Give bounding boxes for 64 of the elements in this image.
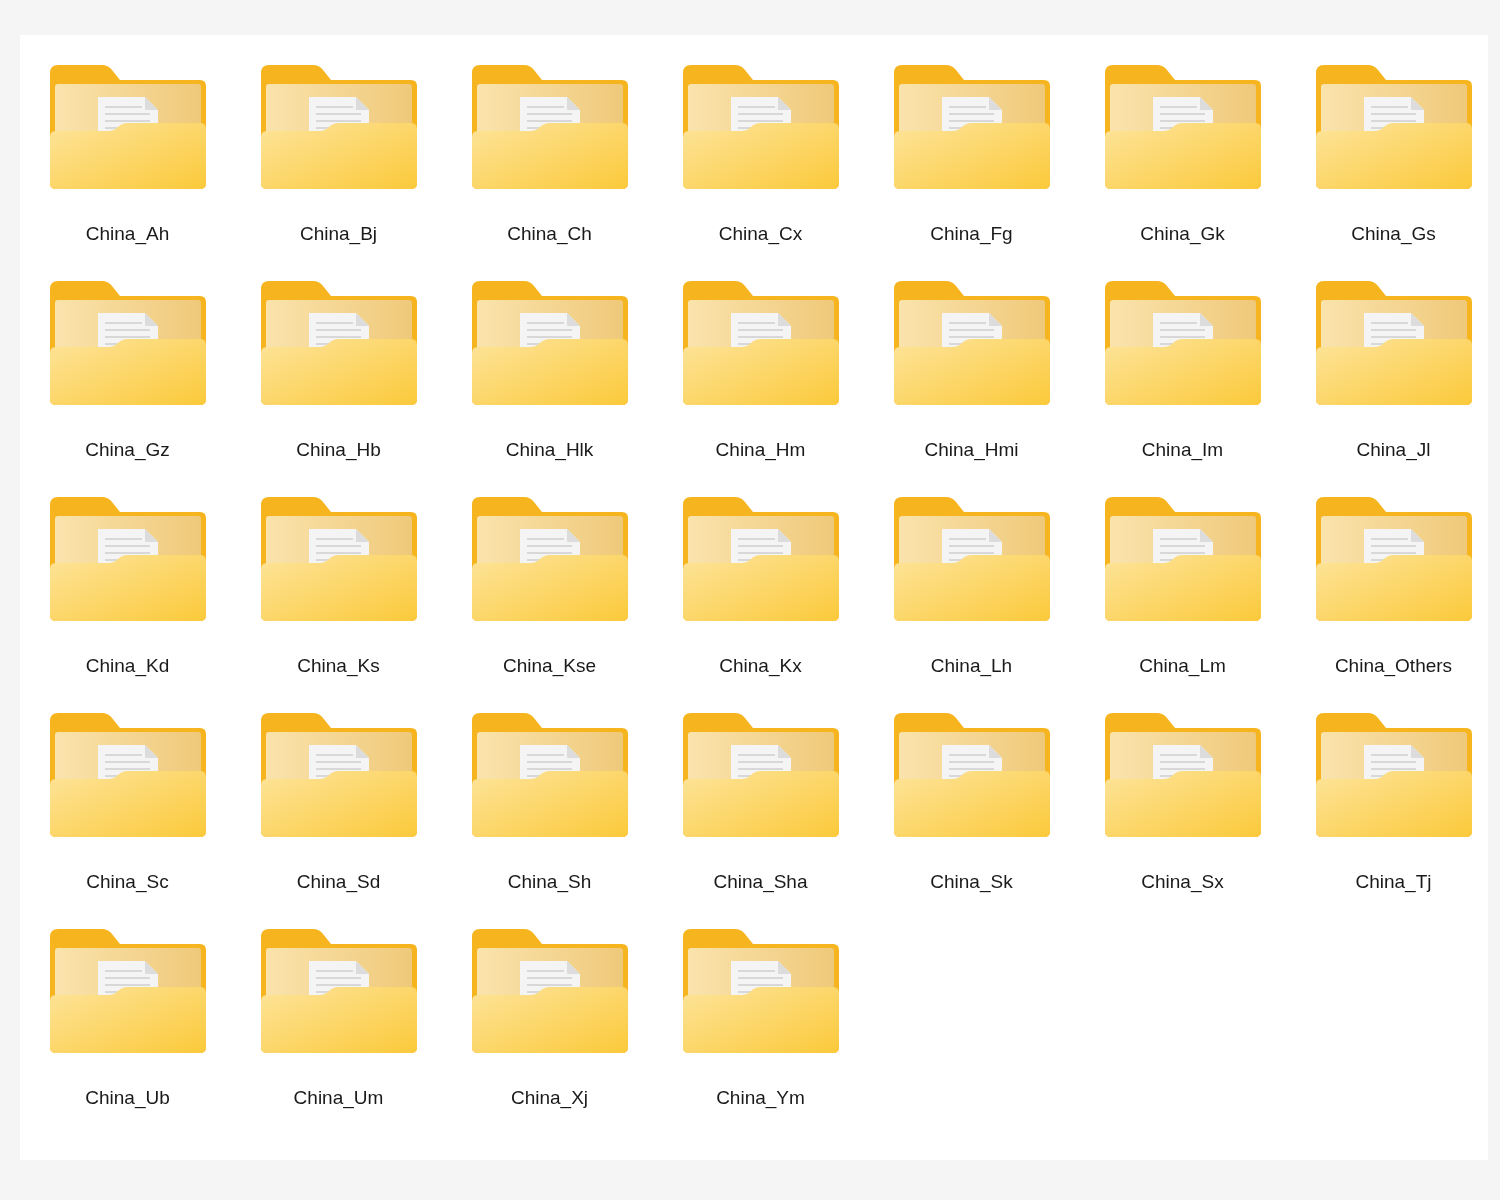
folder-icon (1104, 497, 1261, 621)
folder-name: China_Tj (1355, 870, 1432, 894)
folder-icon (1315, 497, 1472, 621)
folder-name: China_Sha (713, 870, 808, 894)
folder-name: China_Ch (507, 222, 592, 246)
folder-icon (682, 65, 839, 189)
folder-name: China_Cx (718, 222, 803, 246)
folder-name: China_Lh (930, 654, 1013, 678)
folder-icon (1104, 281, 1261, 405)
folder-name: China_Gs (1351, 222, 1436, 246)
folder-name: China_Kd (85, 654, 170, 678)
folder-icon (682, 281, 839, 405)
folder-icon (260, 65, 417, 189)
folder-name: China_Bj (299, 222, 378, 246)
folder-name: China_Gz (85, 438, 170, 462)
folder-name: China_Hlk (505, 438, 594, 462)
folder-icon (49, 65, 206, 189)
folder-icon (1104, 65, 1261, 189)
folder-icon (682, 929, 839, 1053)
folder-icon (1315, 281, 1472, 405)
folder-icon (49, 281, 206, 405)
folder-name: China_Kse (503, 654, 596, 678)
folder-name: China_Ub (85, 1086, 170, 1110)
folder-icon (260, 497, 417, 621)
folder-icon (893, 281, 1050, 405)
folder-icon (260, 713, 417, 837)
folder-name: China_Sd (296, 870, 381, 894)
folder-name: China_Sk (930, 870, 1013, 894)
folder-icon (49, 713, 206, 837)
folder-icon (893, 497, 1050, 621)
folder-icon (471, 281, 628, 405)
folder-icon (1315, 713, 1472, 837)
folder-name: China_Xj (510, 1086, 589, 1110)
folder-icon (1315, 65, 1472, 189)
folder-icon (1104, 713, 1261, 837)
folder-name: China_Um (293, 1086, 384, 1110)
folder-name: China_Sx (1141, 870, 1224, 894)
folder-icon (49, 497, 206, 621)
folder-name: China_Gk (1140, 222, 1225, 246)
folder-name: China_Sh (507, 870, 592, 894)
folder-icon (893, 713, 1050, 837)
folder-name: China_Ah (85, 222, 170, 246)
folder-icon (471, 929, 628, 1053)
folder-icon (471, 65, 628, 189)
folder-icon (260, 929, 417, 1053)
folder-icon (260, 281, 417, 405)
folder-name: China_Lm (1139, 654, 1226, 678)
folder-icon (49, 929, 206, 1053)
folder-icon (893, 65, 1050, 189)
folder-name: China_Fg (930, 222, 1013, 246)
folder-icon (682, 497, 839, 621)
folder-name: China_Hb (296, 438, 381, 462)
folder-name: China_Hmi (924, 438, 1019, 462)
folder-name: China_Jl (1356, 438, 1431, 462)
folder-icon (471, 497, 628, 621)
folder-icon (682, 713, 839, 837)
folder-name: China_Ym (716, 1086, 805, 1110)
folder-name: China_Hm (715, 438, 806, 462)
folder-name: China_Kx (719, 654, 802, 678)
folder-name: China_Ks (297, 654, 380, 678)
folder-name: China_Im (1141, 438, 1224, 462)
folder-name: China_Sc (86, 870, 169, 894)
folder-icon (471, 713, 628, 837)
folder-name: China_Others (1334, 654, 1453, 678)
